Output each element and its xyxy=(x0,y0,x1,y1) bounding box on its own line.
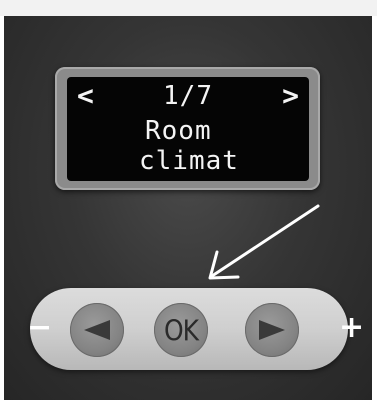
right-button[interactable] xyxy=(245,303,299,357)
left-button[interactable] xyxy=(70,303,124,357)
menu-title-line-2: climat xyxy=(139,146,239,176)
triangle-left-icon xyxy=(84,320,110,340)
lcd-display: < 1/7 > Room climat xyxy=(67,77,309,181)
menu-page-counter: 1/7 xyxy=(163,81,213,111)
menu-title-line-1: Room xyxy=(145,116,212,146)
ok-button[interactable]: OK xyxy=(154,303,208,357)
minus-label: − xyxy=(27,310,53,345)
nav-right-indicator: > xyxy=(282,79,299,112)
plus-label: + xyxy=(339,310,365,345)
cropped-header-strip xyxy=(0,0,377,16)
ok-button-label: OK xyxy=(163,313,199,347)
triangle-right-icon xyxy=(259,320,285,340)
